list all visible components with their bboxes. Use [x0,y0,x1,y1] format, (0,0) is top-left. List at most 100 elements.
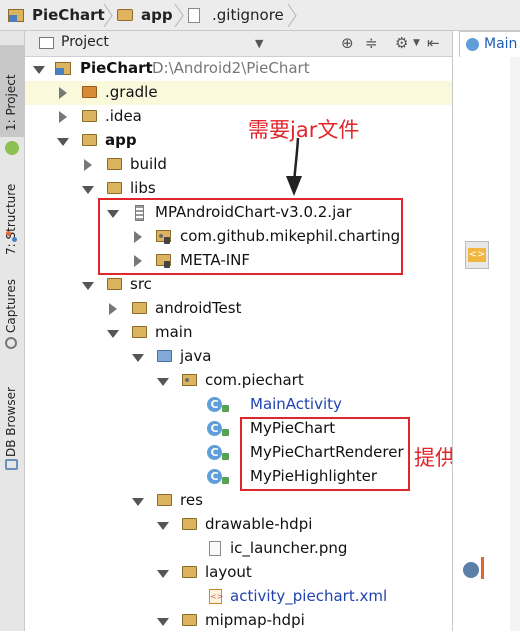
access-icon [222,429,229,436]
target-icon[interactable]: ⊕ [341,34,354,52]
breadcrumb-label: PieChart [32,6,105,24]
folder-icon [182,614,197,626]
expand-arrow-icon[interactable] [157,618,169,626]
annotation-arrow-icon [286,137,302,196]
tree-item-mipmap-hdpi[interactable]: mipmap-hdpi [25,609,452,633]
res-folder-icon [157,494,172,506]
hide-icon[interactable]: ⇤ [427,34,440,52]
tree-item-label: libs [130,179,156,197]
tree-item-build[interactable]: build [25,153,452,177]
tab-main-activity[interactable]: Main [459,31,520,57]
tool-window-strip: 1: Project 7: Structure Captures DB Brow… [0,31,25,631]
package-icon [182,374,197,386]
android-icon [5,141,19,155]
editor-area: Main <> [452,31,520,631]
expand-arrow-icon[interactable] [33,66,45,74]
tab-project[interactable]: 1: Project [0,45,25,137]
project-view-dropdown[interactable]: Project [61,34,109,50]
tree-item-label: src [130,275,152,293]
expand-arrow-icon[interactable] [57,138,69,146]
expand-arrow-icon[interactable] [59,111,67,123]
tree-item-src[interactable]: src [25,273,452,297]
access-icon [222,477,229,484]
tree-item-label: ic_launcher.png [230,539,348,557]
up-arrow-icon [481,557,484,579]
expand-arrow-icon[interactable] [107,330,119,338]
tree-item-activity-piechart-xml[interactable]: <> activity_piechart.xml [25,585,452,609]
expand-arrow-icon[interactable] [157,570,169,578]
expand-arrow-icon[interactable] [109,303,117,315]
access-icon [222,453,229,460]
class-icon [466,38,479,51]
tab-structure[interactable]: 7: Structure [0,159,25,259]
tab-label: 7: Structure [4,183,18,255]
tree-item-label: .idea [105,107,142,125]
tree-item-label: PieChart [80,59,153,77]
expand-arrow-icon[interactable] [157,378,169,386]
tree-item-gradle[interactable]: .gradle [25,81,452,105]
chevron-down-icon[interactable]: ▼ [255,37,263,50]
expand-arrow-icon[interactable] [59,87,67,99]
gear-icon[interactable]: ⚙ [395,34,408,52]
tree-item-path: D:\Android2\PieChart [152,59,310,77]
class-icon: C [207,445,222,460]
tree-item-label: layout [205,563,252,581]
breadcrumb-label: .gitignore [212,6,284,24]
tree-item-label: java [180,347,212,365]
annotation-box-code [240,417,410,491]
expand-arrow-icon[interactable] [132,498,144,506]
class-icon: C [207,397,222,412]
db-icon [5,459,18,470]
tree-item-com-piechart[interactable]: com.piechart [25,369,452,393]
run-marker-icon [463,562,479,578]
tree-item-res[interactable]: res [25,489,452,513]
xml-file-icon: <> [209,589,223,604]
tree-item-drawable-hdpi[interactable]: drawable-hdpi [25,513,452,537]
tree-item-label: com.piechart [205,371,304,389]
tree-item-label: mipmap-hdpi [205,611,305,629]
tab-label: Captures [4,279,18,333]
tree-item-idea[interactable]: .idea [25,105,452,129]
tree-item-mainactivity[interactable]: C MainActivity [25,393,452,417]
tree-item-androidtest[interactable]: androidTest [25,297,452,321]
expand-arrow-icon[interactable] [132,354,144,362]
structure-icon [6,231,18,243]
class-icon: C [207,469,222,484]
folder-icon [82,110,97,122]
project-view-icon [39,37,54,49]
tree-item-label: drawable-hdpi [205,515,313,533]
xml-preview-icon: <> [465,241,489,269]
expand-arrow-icon[interactable] [82,282,94,290]
captures-icon [5,337,17,349]
navigation-bar: PieChart app .gitignore [0,0,520,31]
folder-icon [107,182,122,194]
collapse-icon[interactable]: ≑ [365,34,378,52]
class-icon: C [207,421,222,436]
expand-arrow-icon[interactable] [82,186,94,194]
image-file-icon [209,541,221,556]
breadcrumb-separator-icon [174,4,184,27]
file-icon [188,8,200,23]
expand-arrow-icon[interactable] [84,159,92,171]
tree-item-piechart[interactable]: PieChart D:\Android2\PieChart [25,57,452,81]
folder-icon [182,518,197,530]
project-folder-icon [8,9,24,22]
folder-blue-icon [157,350,172,362]
expand-arrow-icon[interactable] [157,522,169,530]
folder-icon [132,302,147,314]
editor-tab-label: Main [484,36,518,52]
tree-item-app[interactable]: app [25,129,452,153]
project-panel-header: Project ▼ ⊕ ≑ ⚙ ▼ ⇤ [25,31,452,57]
editor-scrollbar[interactable] [510,57,520,631]
breadcrumb-separator-icon [287,4,297,27]
project-folder-icon [55,62,71,75]
tree-item-main[interactable]: main [25,321,452,345]
tree-item-java[interactable]: java [25,345,452,369]
tree-item-ic-launcher[interactable]: ic_launcher.png [25,537,452,561]
gear-chevron-icon[interactable]: ▼ [413,38,420,48]
tree-item-label: app [105,131,137,149]
tree-item-label: androidTest [155,299,242,317]
tree-item-label: .gradle [105,83,158,101]
tree-item-layout[interactable]: layout [25,561,452,585]
breadcrumb-label: app [141,6,173,24]
